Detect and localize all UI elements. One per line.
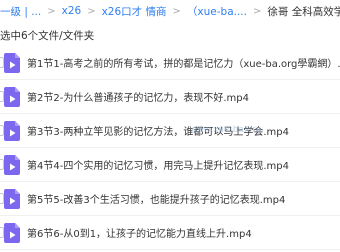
file-row[interactable]: 第1节1-高考之前的所有考试，拼的都是记忆力（xue-ba.org學霸網）.mp… (0, 46, 340, 80)
file-row[interactable]: 第4节4-四个实用的记忆习惯，用完马上提升记忆表现.mp4 (0, 148, 340, 182)
file-list: 第1节1-高考之前的所有考试，拼的都是记忆力（xue-ba.org學霸網）.mp… (0, 46, 340, 250)
file-browser-page: 一级 | ... > x26 > x26口才 情商 > （xue-ba.... … (0, 0, 340, 252)
file-name[interactable]: 第3节3-两种立竿见影的记忆方法，谁都可以马上学会.mp4 (27, 123, 289, 138)
breadcrumb-item-xue-ba[interactable]: （xue-ba.... (187, 4, 247, 19)
video-file-icon (4, 189, 20, 209)
video-file-icon (4, 155, 20, 175)
breadcrumb-item-x26[interactable]: x26 (62, 5, 82, 17)
chevron-right-icon: > (252, 5, 262, 17)
chevron-right-icon: > (87, 5, 96, 17)
file-row[interactable]: 第3节3-两种立竿见影的记忆方法，谁都可以马上学会.mp4 (0, 114, 340, 148)
file-name[interactable]: 第1节1-高考之前的所有考试，拼的都是记忆力（xue-ba.org學霸網）.mp… (27, 55, 340, 70)
breadcrumb: 一级 | ... > x26 > x26口才 情商 > （xue-ba.... … (0, 0, 340, 22)
breadcrumb-item-x26-eloquence[interactable]: x26口才 情商 (102, 4, 167, 19)
file-row[interactable]: 第2节2-为什么普通孩子的记忆力，表现不好.mp4 (0, 80, 340, 114)
file-row[interactable]: 第5节5-改善3个生活习惯，也能提升孩子的记忆表现.mp4 (0, 182, 340, 216)
chevron-right-icon: > (172, 5, 181, 17)
video-file-icon (4, 223, 20, 243)
selection-status: 选中6个文件/文件夹 (0, 30, 95, 42)
video-file-icon (4, 87, 20, 107)
file-name[interactable]: 第4节4-四个实用的记忆习惯，用完马上提升记忆表现.mp4 (27, 157, 289, 172)
file-name[interactable]: 第6节6-从0到1，让孩子的记忆能力直线上升.mp4 (27, 225, 252, 240)
breadcrumb-item-level1[interactable]: 一级 | ... (0, 4, 41, 19)
video-file-icon (4, 53, 20, 73)
breadcrumb-item-current-folder: 徐哥 全科高效学... (267, 5, 340, 18)
chevron-right-icon: > (47, 5, 56, 17)
video-file-icon (4, 121, 20, 141)
file-name[interactable]: 第2节2-为什么普通孩子的记忆力，表现不好.mp4 (27, 89, 249, 104)
file-row[interactable]: 第6节6-从0到1，让孩子的记忆能力直线上升.mp4 (0, 216, 340, 250)
file-name[interactable]: 第5节5-改善3个生活习惯，也能提升孩子的记忆表现.mp4 (27, 191, 285, 206)
